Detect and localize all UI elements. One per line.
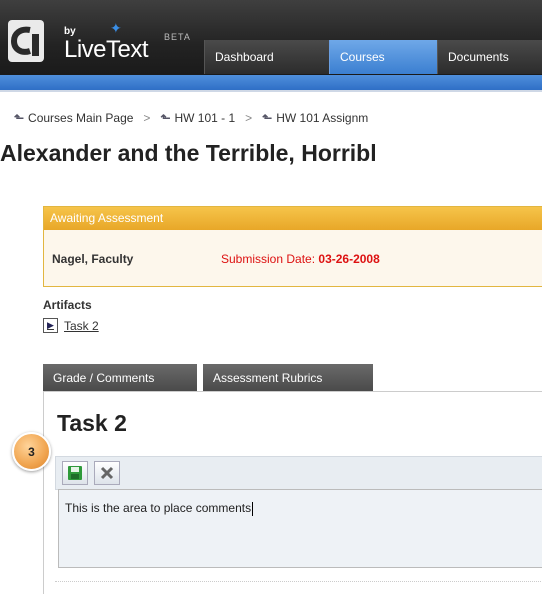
- spark-icon: ✦: [110, 20, 122, 36]
- save-icon: [68, 466, 82, 480]
- submission-label: Submission Date:: [221, 252, 316, 266]
- task-title: Task 2: [57, 410, 127, 436]
- main-nav: Dashboard Courses Documents: [204, 40, 542, 74]
- submission-date: Submission Date: 03-26-2008: [221, 252, 380, 266]
- artifact-label[interactable]: Task 2: [64, 319, 99, 333]
- divider: [0, 90, 542, 92]
- page: ✦ by LiveText BETA Dashboard Courses Doc…: [0, 0, 542, 594]
- artifact-link[interactable]: ▶ Task 2: [43, 318, 99, 333]
- step-badge: 3: [12, 432, 51, 471]
- artifacts-heading: Artifacts: [43, 298, 92, 312]
- breadcrumb-item-assignment[interactable]: HW 101 Assignm: [276, 111, 368, 125]
- tab-documents[interactable]: Documents: [437, 40, 542, 74]
- app-header: ✦ by LiveText BETA Dashboard Courses Doc…: [0, 0, 542, 75]
- logo-name: LiveText: [64, 36, 149, 63]
- livetext-logo[interactable]: ✦ by LiveText BETA: [8, 18, 198, 72]
- tab-assessment-rubrics[interactable]: Assessment Rubrics: [203, 364, 373, 391]
- tab-courses[interactable]: Courses: [329, 40, 437, 74]
- breadcrumb-separator: >: [245, 111, 253, 125]
- tab-grade-comments[interactable]: Grade / Comments: [43, 364, 197, 391]
- assessment-status: Awaiting Assessment: [44, 207, 542, 230]
- breadcrumb-up-icon: ⬑: [262, 111, 273, 125]
- c1-logo-icon: [8, 20, 44, 62]
- breadcrumb-item-course[interactable]: HW 101 - 1: [174, 111, 235, 125]
- tab-dashboard[interactable]: Dashboard: [204, 40, 329, 74]
- cancel-button[interactable]: [94, 461, 120, 485]
- breadcrumb: ⬑ Courses Main Page > ⬑ HW 101 - 1 > ⬑ H…: [14, 111, 368, 125]
- close-icon: [100, 466, 114, 480]
- comment-textarea[interactable]: This is the area to place comments: [58, 489, 542, 568]
- save-button[interactable]: [62, 461, 88, 485]
- submission-date-value: 03-26-2008: [318, 252, 380, 266]
- assessment-box: Awaiting Assessment Nagel, Faculty Submi…: [43, 206, 542, 287]
- logo-beta: BETA: [164, 32, 191, 42]
- assessment-tabs: Grade / Comments Assessment Rubrics: [43, 364, 373, 391]
- comment-text: This is the area to place comments: [65, 501, 252, 515]
- divider: [55, 581, 542, 582]
- nav-underline-bar: [0, 75, 542, 90]
- comment-toolbar: [55, 456, 542, 490]
- faculty-name: Nagel, Faculty: [52, 252, 134, 266]
- text-cursor: [252, 501, 254, 516]
- document-icon: ▶: [43, 318, 58, 333]
- breadcrumb-separator: >: [143, 111, 151, 125]
- page-title: Alexander and the Terrible, Horribl: [0, 140, 377, 166]
- breadcrumb-up-icon: ⬑: [14, 111, 25, 125]
- breadcrumb-item-courses[interactable]: Courses Main Page: [28, 111, 133, 125]
- breadcrumb-up-icon: ⬑: [160, 111, 171, 125]
